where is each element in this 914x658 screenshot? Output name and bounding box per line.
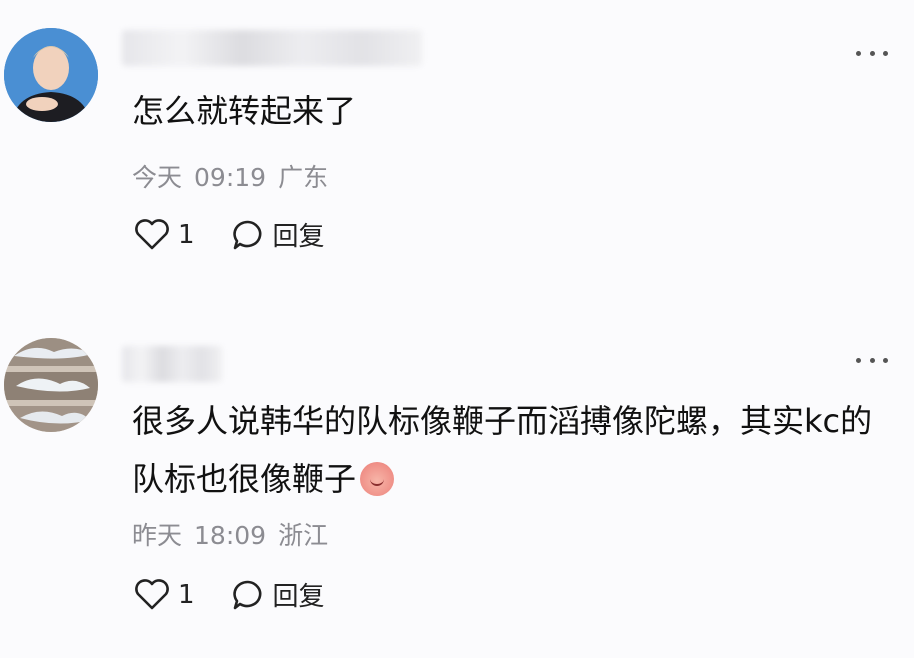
like-count: 1 — [178, 579, 195, 610]
comment-meta: 昨天 18:09 浙江 — [132, 516, 340, 552]
avatar[interactable] — [4, 28, 98, 122]
comment-text: 怎么就转起来了 — [132, 92, 357, 130]
comment-time: 09:19 — [194, 163, 267, 192]
comment-meta: 今天 09:19 广东 — [132, 158, 340, 194]
username-blurred[interactable] — [122, 30, 422, 66]
comment-text: 很多人说韩华的队标像鞭子而滔搏像陀螺，其实kc的队标也很像鞭子 — [132, 392, 874, 508]
more-dots-icon[interactable] — [856, 355, 888, 365]
comment-text-content: 很多人说韩华的队标像鞭子而滔搏像陀螺，其实kc的队标也很像鞭子 — [132, 402, 873, 498]
avatar-image — [4, 28, 98, 122]
comment-actions: 1 回复 — [134, 216, 325, 253]
comment-date: 今天 — [132, 163, 183, 192]
like-count: 1 — [178, 219, 195, 250]
reply-button[interactable]: 回复 — [231, 576, 325, 613]
avatar-image — [4, 338, 98, 432]
heart-outline-icon — [135, 578, 169, 609]
reply-label: 回复 — [272, 582, 325, 612]
comment-item: 怎么就转起来了 今天 09:19 广东 1 回复 — [0, 0, 914, 300]
speech-bubble-icon — [232, 580, 261, 609]
reply-label: 回复 — [272, 222, 325, 252]
emoji-face-icon — [360, 462, 395, 496]
more-dots-icon[interactable] — [856, 48, 888, 58]
speech-bubble-icon — [232, 220, 261, 249]
username-blurred[interactable] — [122, 346, 222, 382]
reply-button[interactable]: 回复 — [231, 216, 325, 253]
comment-location: 浙江 — [278, 521, 329, 550]
comment-item: 很多人说韩华的队标像鞭子而滔搏像陀螺，其实kc的队标也很像鞭子 昨天 18:09 浙… — [0, 330, 914, 658]
comment-date: 昨天 — [132, 521, 183, 550]
avatar[interactable] — [4, 338, 98, 432]
heart-outline-icon — [135, 218, 169, 249]
comment-actions: 1 回复 — [134, 576, 325, 613]
like-button[interactable]: 1 — [134, 218, 195, 251]
comment-location: 广东 — [278, 163, 329, 192]
comment-time: 18:09 — [194, 521, 267, 550]
like-button[interactable]: 1 — [134, 578, 195, 611]
